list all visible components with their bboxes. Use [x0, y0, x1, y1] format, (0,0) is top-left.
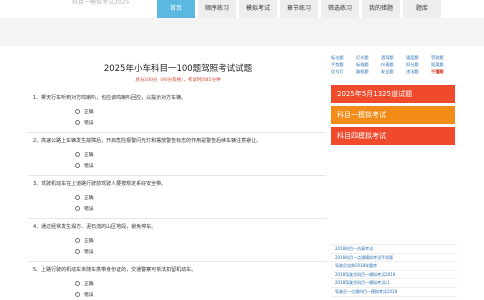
exam-meta: 总分100分（90分及格），考试时间45分钟 [135, 78, 221, 83]
question-text: 4、通过经常发生塌方、泥石流的山区地段，避免停车。 [33, 224, 157, 230]
option-label: 正确 [84, 239, 94, 244]
option-label: 错误 [84, 293, 94, 298]
nav-item-mock-exam[interactable]: 模拟考试 [239, 0, 277, 18]
option-label: 正确 [84, 153, 94, 158]
top-bar: 科目一模拟考试2025 首页 顺序练习 模拟考试 章节练习 筛选练习 我的错题 … [0, 0, 484, 18]
option-label: 正确 [84, 196, 94, 201]
option-label: 错误 [84, 121, 94, 126]
option-false[interactable]: 错误 [75, 205, 94, 212]
radio-button[interactable] [75, 281, 80, 286]
related-link[interactable]: 驾驶员一点通科目一模拟考试2018 [331, 288, 457, 297]
related-link[interactable]: 2018驾驶员科目一模拟考试2018 [331, 271, 457, 280]
promo-2025-question-bank[interactable]: 2025年5月1325道试题 [331, 85, 455, 103]
question-item: 1、雾天行车听到对方鸣喇叭，也应该鸣喇叭回应，以提示对方车辆。 正确 错误 [28, 92, 326, 133]
topic-link[interactable]: 罚款题 [431, 55, 451, 61]
option-true[interactable]: 正确 [75, 280, 94, 287]
topic-link[interactable]: 扣分题 [406, 62, 426, 68]
question-item: 2、高速公路上车辆发生故障后，开启危险报警闪光灯和摆放警告标志的作用是警告后续车… [28, 135, 326, 176]
question-text: 5、上路行驶的机动车未随车携带身份证的，交通警察可依法扣留机动车。 [33, 267, 197, 273]
option-false[interactable]: 错误 [75, 162, 94, 169]
question-item: 5、上路行驶的机动车未随车携带身份证的，交通警察可依法扣留机动车。 正确 错误 [28, 264, 326, 300]
topic-link[interactable]: 安全题 [381, 69, 401, 75]
header-band [0, 18, 484, 46]
option-true[interactable]: 正确 [75, 194, 94, 201]
topic-link[interactable]: 手势题 [331, 62, 351, 68]
related-link[interactable]: 2018科目一点通模拟考试手机版 [331, 254, 457, 263]
topic-link[interactable]: 信号灯 [331, 69, 351, 75]
topic-link-hot[interactable]: 不懂题 [431, 69, 451, 75]
topic-links: 标志题 灯光题 酒驾题 速度题 罚款题 手势题 标线题 仪表题 扣分题 距离题 … [331, 55, 457, 75]
option-false[interactable]: 错误 [75, 291, 94, 298]
main-nav: 首页 顺序练习 模拟考试 章节练习 筛选练习 我的错题 题库 [157, 0, 444, 18]
question-item: 3、驾驶机动车在上道路行驶前驾驶人要按规定系好安全带。 正确 错误 [28, 178, 326, 219]
page-title: 2025年小车科目一100题驾照考试试题 [103, 64, 253, 74]
topic-link[interactable]: 灯光题 [356, 55, 376, 61]
radio-button[interactable] [75, 152, 80, 157]
option-label: 错误 [84, 207, 94, 212]
nav-item-chapter-practice[interactable]: 章节练习 [280, 0, 318, 18]
topic-link[interactable]: 路权题 [356, 69, 376, 75]
topic-link[interactable]: 速度题 [406, 55, 426, 61]
radio-button[interactable] [75, 195, 80, 200]
topic-link[interactable]: 违法题 [406, 69, 426, 75]
option-label: 正确 [84, 110, 94, 115]
nav-item-home[interactable]: 首页 [157, 0, 195, 18]
radio-button[interactable] [75, 120, 80, 125]
radio-button[interactable] [75, 238, 80, 243]
radio-button[interactable] [75, 206, 80, 211]
question-text: 1、雾天行车听到对方鸣喇叭，也应该鸣喇叭回应，以提示对方车辆。 [33, 95, 187, 101]
radio-button[interactable] [75, 163, 80, 168]
option-true[interactable]: 正确 [75, 237, 94, 244]
site-title[interactable]: 科目一模拟考试2025 [72, 0, 129, 6]
radio-button[interactable] [75, 292, 80, 297]
topic-link-grid: 标志题 灯光题 酒驾题 速度题 罚款题 手势题 标线题 仪表题 扣分题 距离题 … [331, 55, 457, 75]
option-label: 错误 [84, 250, 94, 255]
promo-subject-four-mock[interactable]: 科目四模拟考试 [331, 127, 455, 145]
nav-item-question-bank[interactable]: 题库 [403, 0, 441, 18]
related-link[interactable]: 驾驶员宝典2018年题库 [331, 262, 457, 271]
related-link[interactable]: 2018驾驶员科目一模拟考试c1 [331, 279, 457, 288]
option-label: 错误 [84, 164, 94, 169]
question-text: 2、高速公路上车辆发生故障后，开启危险报警闪光灯和摆放警告标志的作用是警告后续车… [33, 138, 262, 144]
option-false[interactable]: 错误 [75, 248, 94, 255]
related-links: 2018科目一仿真考试 2018科目一点通模拟考试手机版 驾驶员宝典2018年题… [331, 244, 457, 297]
promo-subject-one-mock[interactable]: 科目一模拟考试 [331, 106, 455, 124]
option-false[interactable]: 错误 [75, 119, 94, 126]
topic-link[interactable]: 酒驾题 [381, 55, 401, 61]
topic-link[interactable]: 标志题 [331, 55, 351, 61]
option-label: 正确 [84, 282, 94, 287]
radio-button[interactable] [75, 109, 80, 114]
nav-item-filter-practice[interactable]: 筛选练习 [321, 0, 359, 18]
topic-link[interactable]: 仪表题 [381, 62, 401, 68]
question-text: 3、驾驶机动车在上道路行驶前驾驶人要按规定系好安全带。 [33, 181, 167, 187]
topic-link[interactable]: 标线题 [356, 62, 376, 68]
option-true[interactable]: 正确 [75, 151, 94, 158]
option-true[interactable]: 正确 [75, 108, 94, 115]
nav-item-sequential-practice[interactable]: 顺序练习 [198, 0, 236, 18]
question-item: 4、通过经常发生塌方、泥石流的山区地段，避免停车。 正确 错误 [28, 221, 326, 262]
nav-item-my-mistakes[interactable]: 我的错题 [362, 0, 400, 18]
exam-panel: 2025年小车科目一100题驾照考试试题 总分100分（90分及格），考试时间4… [28, 46, 328, 300]
related-link[interactable]: 2018科目一仿真考试 [331, 245, 457, 254]
topic-link[interactable]: 距离题 [431, 62, 451, 68]
radio-button[interactable] [75, 249, 80, 254]
